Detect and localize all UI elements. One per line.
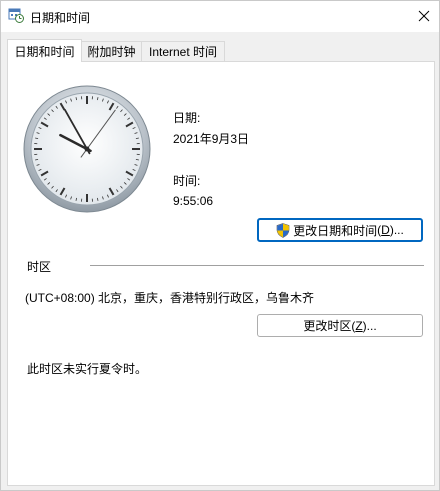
change-timezone-button[interactable]: 更改时区(Z)... (257, 314, 423, 337)
timezone-group-divider (90, 265, 424, 266)
close-icon (418, 10, 430, 22)
tab-internet-time[interactable]: Internet 时间 (141, 41, 225, 61)
tab-label: 附加时钟 (87, 45, 136, 59)
dst-note: 此时区未实行夏令时。 (27, 362, 148, 376)
date-label: 日期: (173, 111, 201, 125)
window-title: 日期和时间 (30, 11, 91, 25)
date-time-panel: 日期: 2021年9月3日 时间: 9:55:06 更改日期和时间(D)... … (7, 61, 435, 486)
time-value: 9:55:06 (173, 194, 214, 208)
close-button[interactable] (409, 1, 439, 31)
date-time-dialog: 日期和时间 日期和时间 附加时钟 Internet 时间 日期: 2021年9月… (0, 0, 440, 491)
change-timezone-label: 更改时区 (303, 319, 352, 333)
title-bar: 日期和时间 (1, 1, 439, 32)
change-date-time-hotkey: D (381, 223, 390, 237)
timezone-group-label: 时区 (27, 260, 52, 274)
time-label: 时间: (173, 174, 201, 188)
change-timezone-ellipsis: ... (366, 318, 377, 333)
date-value: 2021年9月3日 (173, 132, 250, 146)
change-date-time-button[interactable]: 更改日期和时间(D)... (257, 218, 423, 242)
analog-clock (22, 84, 152, 214)
tab-label: 日期和时间 (14, 44, 75, 59)
change-date-time-label: 更改日期和时间 (293, 223, 378, 238)
clock-center-pin (84, 146, 90, 152)
date-time-app-icon (8, 8, 24, 23)
tab-additional-clocks[interactable]: 附加时钟 (80, 41, 143, 61)
tab-label: Internet 时间 (148, 45, 218, 59)
timezone-value: (UTC+08:00) 北京，重庆，香港特别行政区，乌鲁木齐 (25, 291, 315, 305)
change-timezone-hotkey: Z (355, 318, 363, 333)
tab-date-time[interactable]: 日期和时间 (7, 39, 82, 62)
uac-shield-icon (276, 222, 290, 238)
change-date-time-ellipsis: ... (393, 223, 404, 237)
